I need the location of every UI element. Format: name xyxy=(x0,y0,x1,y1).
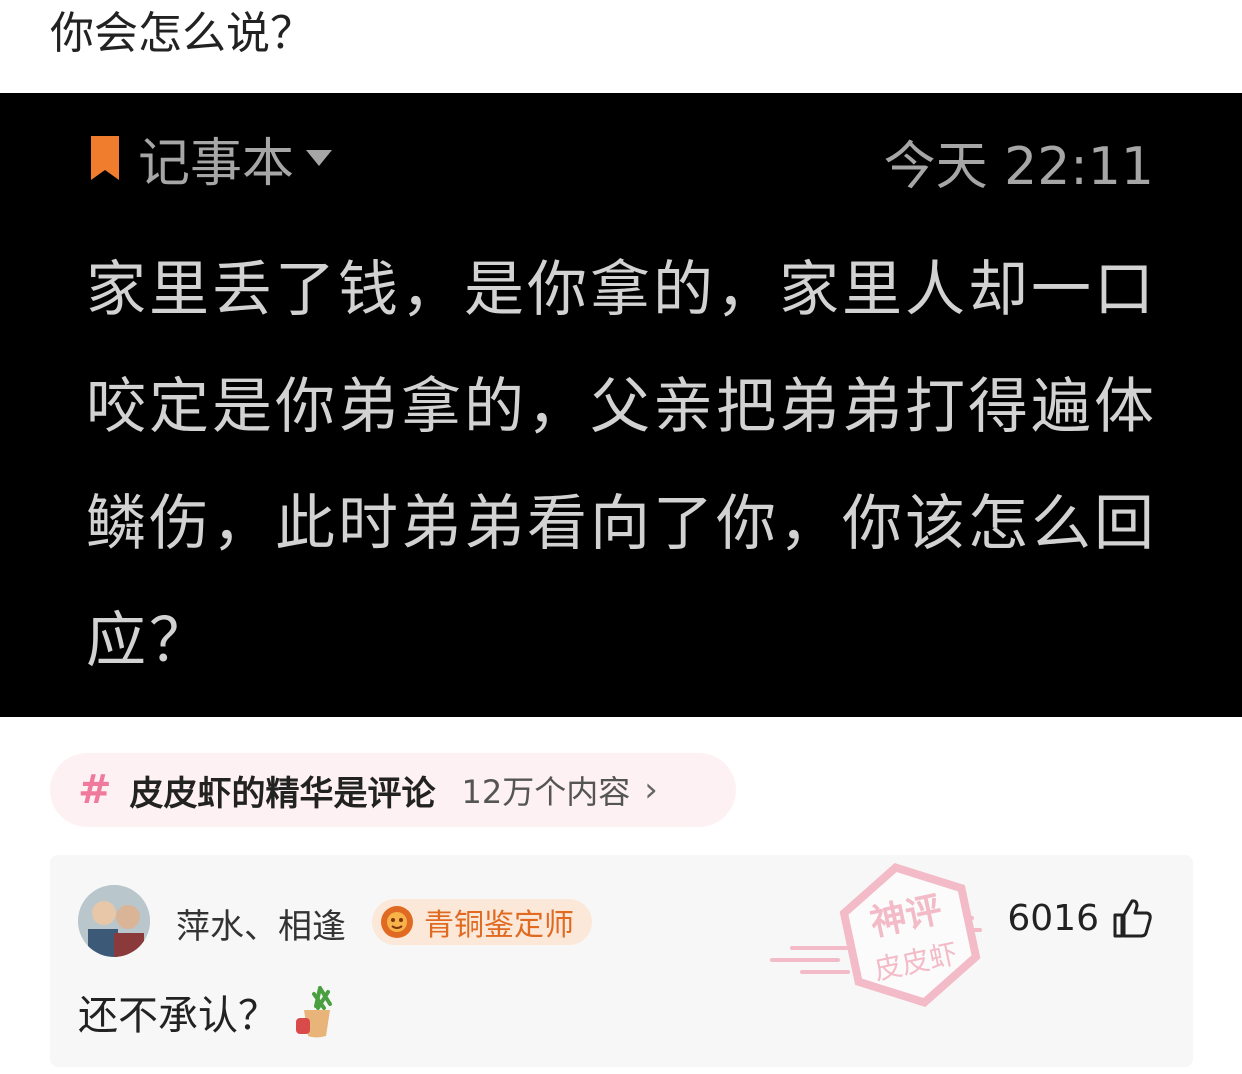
like-count: 6016 xyxy=(1007,897,1099,939)
chevron-right-icon: › xyxy=(644,770,658,810)
comment-text: 还不承认？ xyxy=(78,983,344,1041)
bookmark-icon xyxy=(91,136,119,180)
user-badge[interactable]: 青铜鉴定师 xyxy=(372,899,592,945)
comment-body: 还不承认？ xyxy=(78,993,278,1039)
hash-icon: # xyxy=(78,767,112,813)
avatar[interactable] xyxy=(78,885,150,957)
topic-name: 皮皮虾的精华是评论 xyxy=(129,773,436,814)
note-header: 记事本 xyxy=(88,128,333,194)
comment-username[interactable]: 萍水、相逢 xyxy=(176,899,346,948)
stamp: 神评 皮皮虾 xyxy=(770,863,982,1007)
note-line: 家里丢了钱，是你拿的，家里人却一口 xyxy=(86,255,1157,325)
comment-card[interactable]: 萍水、相逢 青铜鉴定师 6016 还不承认？ xyxy=(50,855,1193,1067)
note-app-label: 记事本 xyxy=(138,133,295,194)
note-body: 家里丢了钱，是你拿的，家里人却一口 咬定是你弟拿的，父亲把弟弟打得遍体 鳞伤，此… xyxy=(86,232,1166,700)
badge-label: 青铜鉴定师 xyxy=(424,908,574,943)
topic-link[interactable]: # 皮皮虾的精华是评论 12万个内容 › xyxy=(50,753,736,827)
note-line: 鳞伤，此时弟弟看向了你，你该怎么回 xyxy=(86,489,1157,559)
note-time: 今天 22:11 xyxy=(883,137,1154,197)
chevron-down-icon xyxy=(306,150,333,166)
badge-icon xyxy=(381,906,413,938)
post-title: 你会怎么说？ xyxy=(50,8,314,59)
note-line: 应？ xyxy=(86,606,212,676)
like-control[interactable]: 6016 xyxy=(1007,897,1153,939)
emoji-icon xyxy=(296,986,332,1038)
note-line: 咬定是你弟拿的，父亲把弟弟打得遍体 xyxy=(86,372,1157,442)
topic-count: 12万个内容 xyxy=(461,773,631,811)
thumb-up-icon[interactable] xyxy=(1111,897,1153,939)
